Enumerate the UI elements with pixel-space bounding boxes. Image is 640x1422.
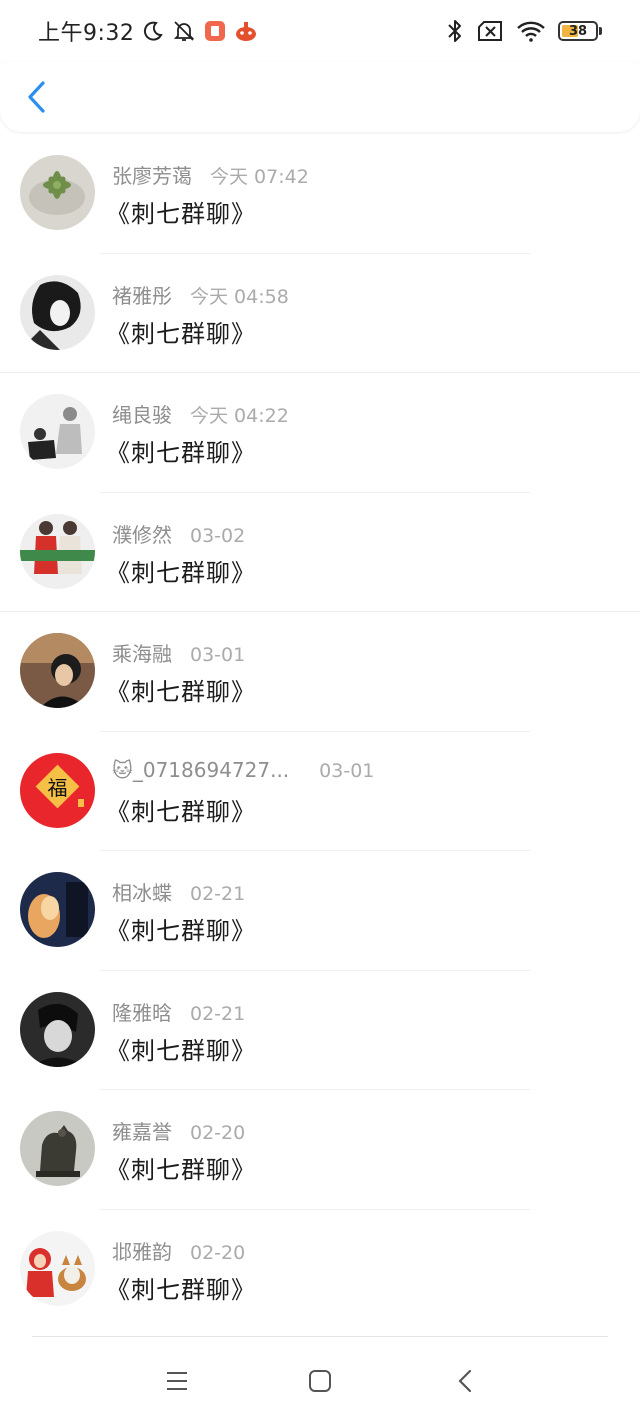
message-text: 《刺七群聊》 xyxy=(106,200,256,228)
message-time: 03-01 xyxy=(190,644,246,666)
message-meta: 隆雅晗 02-21 xyxy=(112,997,245,1026)
message-text: 《刺七群聊》 xyxy=(106,797,256,826)
battery-body: 38 xyxy=(558,21,598,41)
moon-icon xyxy=(142,20,164,42)
avatar xyxy=(20,991,95,1067)
message-time: 03-01 xyxy=(319,759,375,782)
message-row[interactable]: 福 🐱_0718694727... 03-01 《刺七群聊》 xyxy=(0,732,640,851)
message-text: 《刺七群聊》 xyxy=(106,558,256,587)
back-triangle-icon xyxy=(458,1369,472,1393)
sender-name: 张廖芳蔼 xyxy=(112,164,192,188)
avatar xyxy=(20,872,95,947)
message-time: 02-20 xyxy=(190,1122,246,1144)
svg-text:福: 福 xyxy=(48,776,68,800)
sender-name: 雍嘉誉 xyxy=(112,1120,172,1144)
message-text: 《刺七群聊》 xyxy=(106,1156,256,1184)
back-button[interactable] xyxy=(20,76,54,118)
message-row[interactable]: 濮修然 03-02 《刺七群聊》 xyxy=(0,493,640,612)
message-time: 今天 04:22 xyxy=(190,405,289,427)
message-meta: 相冰蝶 02-21 xyxy=(112,877,245,906)
message-meta: 邶雅韵 02-20 xyxy=(112,1236,245,1265)
avatar: 福 xyxy=(20,752,95,828)
sender-name: 隆雅晗 xyxy=(112,1000,172,1025)
system-back-button[interactable] xyxy=(448,1364,482,1398)
status-left: 上午9:32 xyxy=(38,15,258,47)
message-row[interactable]: 邶雅韵 02-20 《刺七群聊》 xyxy=(0,1210,640,1330)
avatar xyxy=(20,1230,95,1306)
mute-bell-icon xyxy=(172,19,196,43)
wifi-icon xyxy=(516,20,546,42)
message-row[interactable]: 雍嘉誉 02-20 《刺七群聊》 xyxy=(0,1090,640,1210)
nav-divider xyxy=(32,1336,608,1337)
sender-name: 濮修然 xyxy=(112,522,172,547)
message-text: 《刺七群聊》 xyxy=(106,1036,256,1065)
system-nav-bar xyxy=(0,1336,640,1422)
status-right: 38 xyxy=(434,18,602,44)
recent-apps-button[interactable] xyxy=(160,1364,194,1398)
sender-name: 🐱_0718694727... xyxy=(112,757,290,782)
message-time: 02-20 xyxy=(190,1241,246,1264)
home-button[interactable] xyxy=(303,1364,337,1398)
sender-name: 邶雅韵 xyxy=(112,1239,172,1264)
sender-name: 乘海融 xyxy=(112,642,172,666)
message-time: 今天 04:58 xyxy=(190,285,289,308)
status-time: 上午9:32 xyxy=(38,21,135,46)
message-text: 《刺七群聊》 xyxy=(106,1275,256,1304)
message-time: 02-21 xyxy=(190,1002,246,1025)
message-meta: 褚雅彤 今天 04:58 xyxy=(112,280,289,309)
avatar xyxy=(20,633,95,708)
message-text: 《刺七群聊》 xyxy=(106,917,256,945)
message-text: 《刺七群聊》 xyxy=(106,319,256,348)
message-row[interactable]: 乘海融 03-01 《刺七群聊》 xyxy=(0,612,640,732)
message-row[interactable]: 相冰蝶 02-21 《刺七群聊》 xyxy=(0,851,640,971)
no-sim-icon xyxy=(476,20,504,42)
message-row[interactable]: 褚雅彤 今天 04:58 《刺七群聊》 xyxy=(0,254,640,373)
menu-icon xyxy=(167,1372,187,1390)
message-time: 今天 07:42 xyxy=(210,166,309,188)
message-meta: 🐱_0718694727... 03-01 xyxy=(112,758,374,782)
sender-name: 褚雅彤 xyxy=(112,283,172,308)
message-meta: 濮修然 03-02 xyxy=(112,519,245,548)
message-meta: 乘海融 03-01 xyxy=(112,638,245,667)
message-text: 《刺七群聊》 xyxy=(106,439,256,467)
message-time: 02-21 xyxy=(190,883,246,905)
message-row[interactable]: 绳良骏 今天 04:22 《刺七群聊》 xyxy=(0,373,640,493)
app-notification-icon xyxy=(204,20,226,42)
bluetooth-icon xyxy=(446,18,464,44)
battery-icon: 38 xyxy=(558,21,602,41)
message-row[interactable]: 张廖芳蔼 今天 07:42 《刺七群聊》 xyxy=(0,134,640,254)
avatar xyxy=(20,394,95,469)
game-notification-icon xyxy=(234,20,258,42)
sender-name: 相冰蝶 xyxy=(112,881,172,905)
sender-name: 绳良骏 xyxy=(112,403,172,427)
avatar xyxy=(20,1111,95,1186)
message-row[interactable]: 隆雅晗 02-21 《刺七群聊》 xyxy=(0,971,640,1090)
message-text: 《刺七群聊》 xyxy=(106,678,256,706)
message-list: 张廖芳蔼 今天 07:42 《刺七群聊》 褚雅彤 今天 04:58 《刺七群聊》… xyxy=(0,134,640,1329)
avatar xyxy=(20,274,95,350)
message-meta: 雍嘉誉 02-20 xyxy=(112,1116,245,1145)
header-bar xyxy=(0,62,640,132)
message-meta: 张廖芳蔼 今天 07:42 xyxy=(112,160,309,189)
battery-tip xyxy=(599,27,602,35)
message-meta: 绳良骏 今天 04:22 xyxy=(112,399,289,428)
home-square-icon xyxy=(309,1370,331,1392)
battery-level: 38 xyxy=(568,23,588,39)
avatar xyxy=(20,155,95,230)
status-bar: 上午9:32 38 xyxy=(0,0,640,62)
chevron-left-icon xyxy=(28,81,45,113)
message-time: 03-02 xyxy=(190,524,246,547)
avatar xyxy=(20,513,95,589)
